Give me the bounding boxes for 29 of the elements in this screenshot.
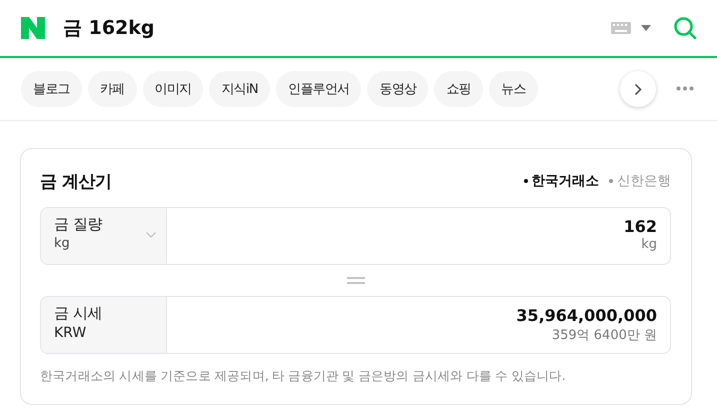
- category-tab[interactable]: 카페: [88, 71, 137, 107]
- unit-label: KRW: [54, 325, 88, 341]
- price-in-words: 359억 6400만 원: [552, 327, 657, 344]
- weight-value[interactable]: 162: [624, 217, 657, 236]
- category-tab[interactable]: 이미지: [142, 71, 204, 107]
- category-tab[interactable]: 인플루언서: [276, 71, 362, 107]
- field-label: 금 질량: [54, 215, 104, 234]
- category-tab[interactable]: 쇼핑: [434, 71, 483, 107]
- chevron-right-icon: [634, 82, 642, 96]
- chevron-down-icon[interactable]: [146, 232, 156, 238]
- equals-icon: [346, 277, 364, 284]
- search-query[interactable]: 금 162kg: [63, 15, 611, 41]
- category-tab[interactable]: 지식iN: [209, 71, 270, 107]
- field-label: 금 시세: [54, 304, 103, 323]
- unit-label: kg: [641, 237, 657, 252]
- category-tab[interactable]: 뉴스: [489, 71, 538, 107]
- disclaimer-text: 한국거래소의 시세를 기준으로 제공되며, 타 금융기관 및 금은방의 금시세와 다를 수 있습니다.: [40, 368, 566, 385]
- more-icon[interactable]: [676, 86, 694, 91]
- calculator-title: 금 계산기: [40, 170, 112, 192]
- keyboard-icon[interactable]: [611, 22, 631, 34]
- category-tab[interactable]: 블로그: [21, 71, 82, 107]
- logo-icon[interactable]: [21, 17, 45, 39]
- next-button[interactable]: [620, 71, 656, 107]
- search-icon[interactable]: [673, 16, 697, 40]
- price-value: 35,964,000,000: [516, 306, 657, 325]
- category-tab[interactable]: 동영상: [367, 71, 428, 107]
- source-option[interactable]: 한국거래소: [524, 172, 599, 190]
- unit-label: kg: [54, 236, 71, 251]
- caret-icon[interactable]: [641, 25, 651, 31]
